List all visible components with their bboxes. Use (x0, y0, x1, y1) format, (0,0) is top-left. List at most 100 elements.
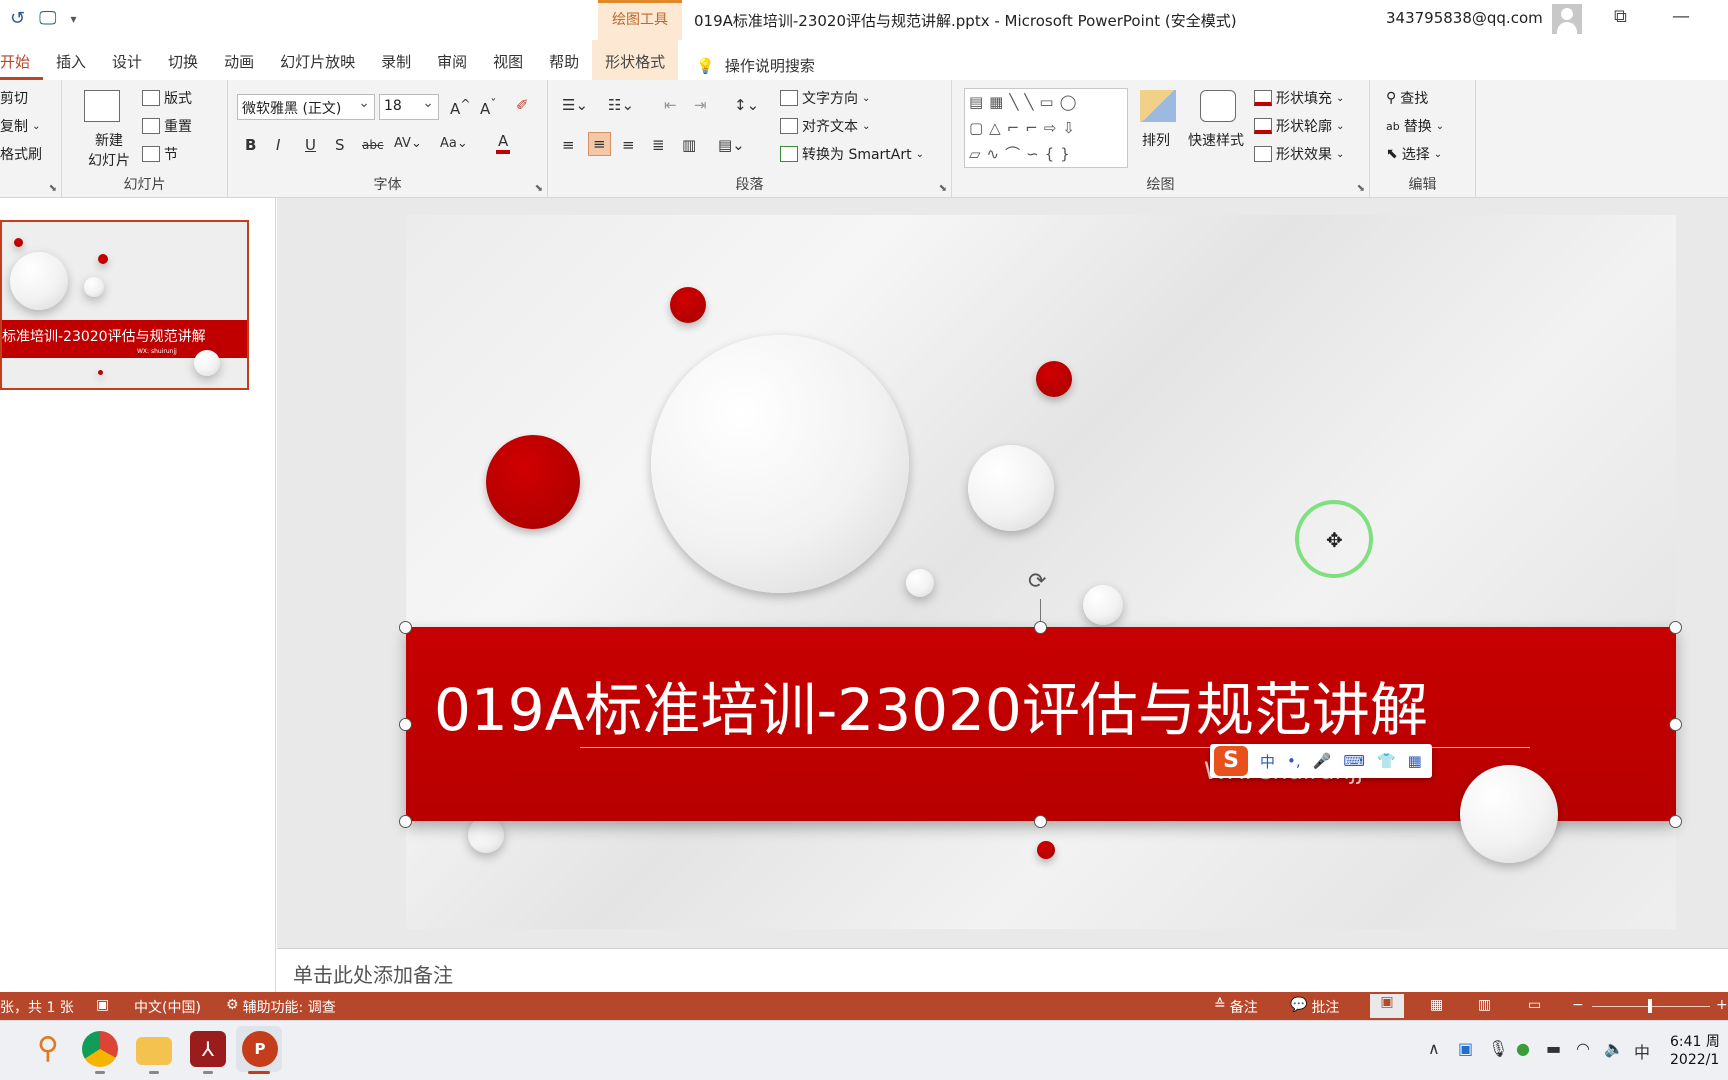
section-button[interactable]: 节 (142, 144, 178, 164)
arrange-button[interactable]: 排列 (1142, 130, 1170, 150)
decrease-indent-icon[interactable]: ⇤ (664, 96, 677, 114)
notes-toggle[interactable]: ≙ 备注 (1214, 997, 1258, 1017)
shadow-icon[interactable]: S (335, 136, 345, 154)
resize-handle-bl[interactable] (399, 815, 412, 828)
notes-placeholder[interactable]: 单击此处添加备注 (293, 959, 453, 988)
microphone-icon[interactable]: 🎙 (1488, 1039, 1508, 1058)
drawing-launcher-icon[interactable]: ⬊ (1357, 183, 1365, 194)
shape-outline-button[interactable]: 形状轮廓 ⌄ (1254, 116, 1344, 136)
ime-skin-icon[interactable]: 👕 (1377, 752, 1396, 770)
slideshow-view-icon[interactable]: ▭ (1528, 997, 1541, 1013)
tab-slideshow[interactable]: 幻灯片放映 (267, 40, 368, 80)
paragraph-launcher-icon[interactable]: ⬊ (939, 183, 947, 194)
ime-punctuation-icon[interactable]: •, (1287, 752, 1301, 770)
accessibility-status[interactable]: ⚙ 辅助功能: 调查 (226, 997, 336, 1017)
minimize-button[interactable]: — (1672, 6, 1690, 27)
tab-help[interactable]: 帮助 (536, 40, 592, 80)
tab-design[interactable]: 设计 (99, 40, 155, 80)
tab-home[interactable]: 开始 (0, 40, 44, 80)
resize-handle-br[interactable] (1669, 815, 1682, 828)
new-slide-button[interactable]: 新建 幻灯片 (88, 130, 130, 170)
increase-indent-icon[interactable]: ⇥ (694, 96, 707, 114)
resize-handle-mr[interactable] (1669, 718, 1682, 731)
notes-pane[interactable]: 单击此处添加备注 (277, 948, 1728, 992)
ime-microphone-icon[interactable]: 🎤 (1313, 752, 1332, 770)
reset-button[interactable]: 重置 (142, 116, 192, 136)
increase-font-icon[interactable]: A^ (450, 96, 471, 118)
ime-indicator-icon[interactable]: 中 (1634, 1039, 1650, 1063)
tab-record[interactable]: 录制 (368, 40, 424, 80)
comments-toggle[interactable]: 💬 批注 (1290, 997, 1339, 1017)
zoom-slider-knob[interactable] (1648, 999, 1652, 1013)
volume-icon[interactable]: 🔈 (1604, 1039, 1624, 1058)
avatar[interactable] (1552, 4, 1582, 34)
numbering-icon[interactable]: ☷⌄ (608, 96, 634, 114)
sogou-logo-icon[interactable]: S (1214, 746, 1248, 776)
ime-toolbox-icon[interactable]: ▦ (1408, 752, 1422, 770)
tab-insert[interactable]: 插入 (43, 40, 99, 80)
rotate-handle-icon[interactable]: ⟳ (1028, 569, 1046, 594)
account-email[interactable]: 343795838@qq.com (1386, 9, 1543, 27)
bold-icon[interactable]: B (245, 136, 256, 154)
align-text-button[interactable]: 对齐文本 ⌄ (780, 116, 870, 136)
language-status[interactable]: 中文(中国) (134, 997, 201, 1017)
cut-button[interactable]: 剪切 (0, 88, 28, 108)
search-icon[interactable]: ⚲ (30, 1031, 66, 1067)
align-left-icon[interactable]: ≡ (562, 136, 575, 154)
shape-effects-button[interactable]: 形状效果 ⌄ (1254, 144, 1344, 164)
clipboard-launcher-icon[interactable]: ⬊ (49, 183, 57, 194)
font-size-select[interactable]: 18 (379, 94, 439, 120)
redo-icon[interactable]: ↺ (10, 8, 25, 29)
normal-view-icon[interactable]: ▣ (1370, 994, 1404, 1018)
quick-styles-button[interactable]: 快速样式 (1188, 130, 1244, 150)
powerpoint-icon[interactable]: P (242, 1031, 278, 1067)
font-launcher-icon[interactable]: ⬊ (535, 183, 543, 194)
slide-title[interactable]: 019A标准培训-23020评估与规范讲解 (434, 663, 1428, 747)
line-spacing-icon[interactable]: ↕⌄ (734, 96, 759, 114)
slide-canvas[interactable]: ⟳ 019A标准培训-23020评估与规范讲解 WX: shuirunjj (399, 215, 1682, 929)
select-button[interactable]: ⬉ 选择 ⌄ (1386, 144, 1442, 164)
font-color-icon[interactable]: A (496, 132, 511, 154)
align-center-icon[interactable]: ≡ (588, 132, 611, 156)
spellcheck-icon[interactable]: ▣ (96, 997, 109, 1013)
text-direction-button[interactable]: 文字方向 ⌄ (780, 88, 870, 108)
resize-handle-tm[interactable] (1034, 621, 1047, 634)
tell-me-search[interactable]: 💡 操作说明搜索 (678, 40, 828, 80)
underline-icon[interactable]: U (305, 136, 316, 154)
ime-keyboard-icon[interactable]: ⌨ (1343, 752, 1365, 770)
columns-icon[interactable]: ▤⌄ (718, 136, 745, 154)
resize-handle-tl[interactable] (399, 621, 412, 634)
shape-fill-button[interactable]: 形状填充 ⌄ (1254, 88, 1344, 108)
char-spacing-icon[interactable]: AV⌄ (394, 136, 422, 151)
strikethrough-icon[interactable]: abc (362, 138, 384, 152)
format-painter-button[interactable]: 格式刷 (0, 144, 42, 164)
resize-handle-tr[interactable] (1669, 621, 1682, 634)
tab-review[interactable]: 审阅 (424, 40, 480, 80)
tab-transitions[interactable]: 切换 (155, 40, 211, 80)
security-icon[interactable]: ● (1516, 1039, 1530, 1058)
slide-sorter-view-icon[interactable]: ▦ (1430, 997, 1443, 1013)
clear-format-icon[interactable]: ✐ (516, 96, 529, 114)
copy-button[interactable]: 复制 ⌄ (0, 116, 40, 136)
present-from-start-icon[interactable]: 🖵 (39, 8, 56, 29)
tab-animations[interactable]: 动画 (211, 40, 267, 80)
meet-now-icon[interactable]: ▣ (1458, 1039, 1473, 1058)
zoom-in-icon[interactable]: + (1716, 997, 1728, 1013)
wifi-icon[interactable]: ◠ (1576, 1039, 1590, 1058)
chrome-icon[interactable] (82, 1031, 118, 1067)
system-clock[interactable]: 6:41 周 2022/1 (1670, 1033, 1720, 1069)
resize-handle-ml[interactable] (399, 718, 412, 731)
file-explorer-icon[interactable] (136, 1037, 172, 1065)
justify-icon[interactable]: ≣ (652, 136, 665, 154)
ime-toolbar[interactable]: S 中 •, 🎤 ⌨ 👕 ▦ (1210, 744, 1432, 778)
layout-button[interactable]: 版式 (142, 88, 192, 108)
distributed-icon[interactable]: ▥ (682, 136, 696, 154)
acrobat-icon[interactable]: ⅄ (190, 1031, 226, 1067)
ime-mode-toggle[interactable]: 中 (1260, 751, 1275, 772)
decrease-font-icon[interactable]: Aˇ (480, 96, 497, 118)
find-button[interactable]: ⚲ 查找 (1386, 88, 1428, 108)
tab-view[interactable]: 视图 (480, 40, 536, 80)
shapes-gallery[interactable]: ▤▦╲╲▭◯ ▢△⌐⌐⇨⇩ ▱∿⌒∽{} (964, 88, 1128, 168)
reading-view-icon[interactable]: ▥ (1478, 997, 1491, 1013)
customize-qat-icon[interactable]: ▾ (70, 12, 76, 26)
